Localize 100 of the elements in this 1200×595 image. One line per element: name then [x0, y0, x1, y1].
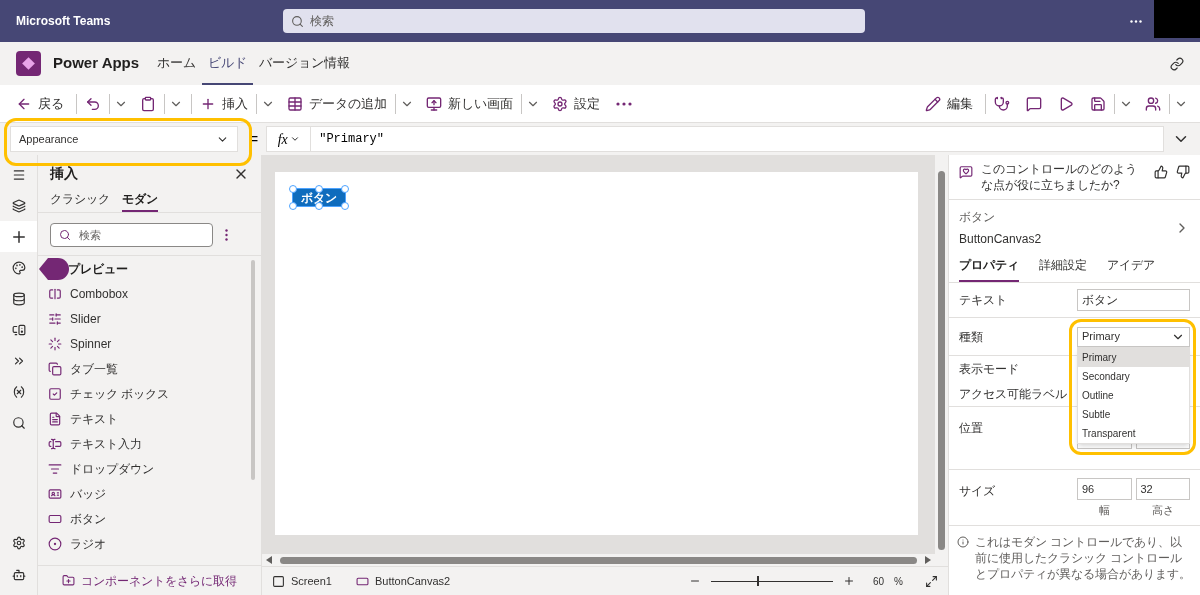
scroll-left-icon[interactable]	[266, 556, 272, 564]
info-icon	[957, 535, 969, 548]
resize-handle[interactable]	[289, 202, 297, 210]
thumbs-down-icon[interactable]	[1176, 165, 1190, 179]
more-icon[interactable]	[1130, 19, 1142, 23]
insert-item[interactable]: Spinner	[48, 331, 251, 356]
header-tab[interactable]: バージョン情報	[253, 42, 357, 85]
field-caption: 高さ	[1151, 503, 1174, 518]
resize-handle[interactable]	[289, 185, 297, 193]
resize-handle[interactable]	[315, 202, 323, 210]
insert-item[interactable]: テキスト入力	[48, 431, 251, 456]
rail-button[interactable]	[0, 221, 37, 252]
text-input-icon	[48, 436, 62, 451]
menu-icon	[11, 167, 26, 182]
insert-item[interactable]: チェック ボックス	[48, 381, 251, 406]
app-name: Power Apps	[53, 53, 140, 74]
zoom-reading: 60	[872, 574, 885, 589]
table-icon	[287, 95, 303, 112]
database-icon	[11, 291, 26, 306]
property-label: サイズ	[959, 483, 996, 500]
insert-item[interactable]: テキスト	[48, 406, 251, 431]
slider-icon	[48, 311, 62, 326]
resize-handle[interactable]	[315, 185, 323, 193]
app-logo	[16, 51, 41, 76]
resize-handle[interactable]	[341, 202, 349, 210]
section-heading: プレビュー	[68, 260, 128, 278]
insert-item[interactable]: Combobox	[48, 281, 251, 306]
zoom-in-icon[interactable]	[842, 575, 855, 587]
function-button[interactable]: fx	[267, 127, 312, 151]
bot-icon	[11, 568, 26, 582]
thumbs-up-icon[interactable]	[1154, 165, 1168, 179]
fit-icon[interactable]	[925, 574, 938, 588]
text-icon	[48, 411, 62, 426]
property-tab[interactable]: アイデア	[1107, 256, 1155, 282]
property-label: 表示モード	[959, 360, 1019, 378]
scroll-right-icon[interactable]	[925, 556, 931, 564]
insert-item[interactable]: ドロップダウン	[48, 456, 251, 481]
app-title: Microsoft Teams	[15, 13, 112, 30]
toolbar-button[interactable]: 挿入	[192, 89, 256, 118]
redaction-block	[1154, 0, 1200, 38]
palette-icon	[11, 260, 26, 275]
checkbox-icon	[48, 386, 62, 401]
insert-item[interactable]: バッジ	[48, 481, 251, 506]
panel-tab[interactable]: クラシック	[50, 190, 110, 212]
dropdown-field[interactable]: Primary	[1077, 326, 1190, 347]
zoom-slider[interactable]	[710, 575, 833, 587]
screen-icon	[426, 95, 442, 112]
vertical-scrollbar[interactable]	[938, 171, 945, 550]
canvas-button[interactable]: ボタン	[293, 189, 345, 206]
insert-item[interactable]: タブ一覧	[48, 356, 251, 381]
toolbar-button[interactable]: 戻る	[8, 89, 72, 118]
comment-icon	[1026, 95, 1042, 112]
scrollbar[interactable]	[251, 260, 255, 480]
pencil-icon	[925, 95, 941, 112]
slider-thumb[interactable]	[757, 576, 760, 586]
property-dropdown[interactable]: Appearance	[10, 126, 238, 152]
number-field[interactable]: 32	[1135, 478, 1190, 500]
property-tab[interactable]: 詳細設定	[1039, 256, 1087, 282]
number-field[interactable]: 96	[1077, 478, 1132, 500]
dropdown-option[interactable]: Primary	[1078, 347, 1189, 367]
field-caption: 幅	[1098, 503, 1110, 518]
settings-icon	[11, 536, 26, 550]
layers-icon	[11, 198, 26, 213]
insert-item[interactable]: ラジオ	[48, 531, 251, 556]
toolbar-button[interactable]: データの追加	[279, 89, 395, 118]
toolbar-button[interactable]: 編集	[917, 89, 981, 118]
control-name: ButtonCanvas2	[959, 231, 1042, 248]
play-icon	[1058, 95, 1074, 112]
combobox-icon	[48, 286, 62, 301]
insert-item[interactable]: Slider	[48, 306, 251, 331]
formula-field[interactable]: "Primary"	[311, 130, 392, 148]
property-tab[interactable]: プロパティ	[959, 256, 1019, 282]
list-icon	[48, 461, 62, 476]
undo-icon	[85, 95, 101, 112]
radio-icon	[48, 536, 62, 551]
property-label: 種類	[959, 328, 984, 346]
search-field[interactable]: 検索	[50, 223, 213, 247]
property-label: アクセス可能ラベル	[959, 385, 1067, 403]
breadcrumb[interactable]: ButtonCanvas2	[356, 572, 451, 590]
panel-tab[interactable]: モダン	[122, 190, 158, 212]
feedback-icon	[959, 165, 973, 179]
header-tab[interactable]: ホーム	[151, 42, 203, 85]
search-icon	[11, 415, 26, 430]
insert-item[interactable]: ボタン	[48, 506, 251, 531]
breadcrumb[interactable]: Screen1	[272, 572, 332, 590]
save-icon	[1090, 95, 1106, 112]
horizontal-scrollbar[interactable]	[280, 556, 917, 564]
variable-icon	[11, 384, 26, 399]
search-icon	[59, 229, 71, 241]
property-label: 位置	[959, 420, 984, 437]
toolbar-button[interactable]: 設定	[544, 89, 608, 118]
link-icon[interactable]	[1170, 56, 1184, 71]
text-field[interactable]: ボタン	[1077, 289, 1190, 311]
teaching-marker	[39, 258, 69, 280]
search-field[interactable]: 検索	[283, 9, 865, 33]
control-type: ボタン	[959, 209, 996, 226]
resize-handle[interactable]	[341, 185, 349, 193]
toolbar-button[interactable]: 新しい画面	[418, 89, 521, 118]
get-components-link[interactable]: コンポーネントをさらに取得	[38, 565, 261, 595]
more-icon[interactable]	[225, 229, 228, 241]
